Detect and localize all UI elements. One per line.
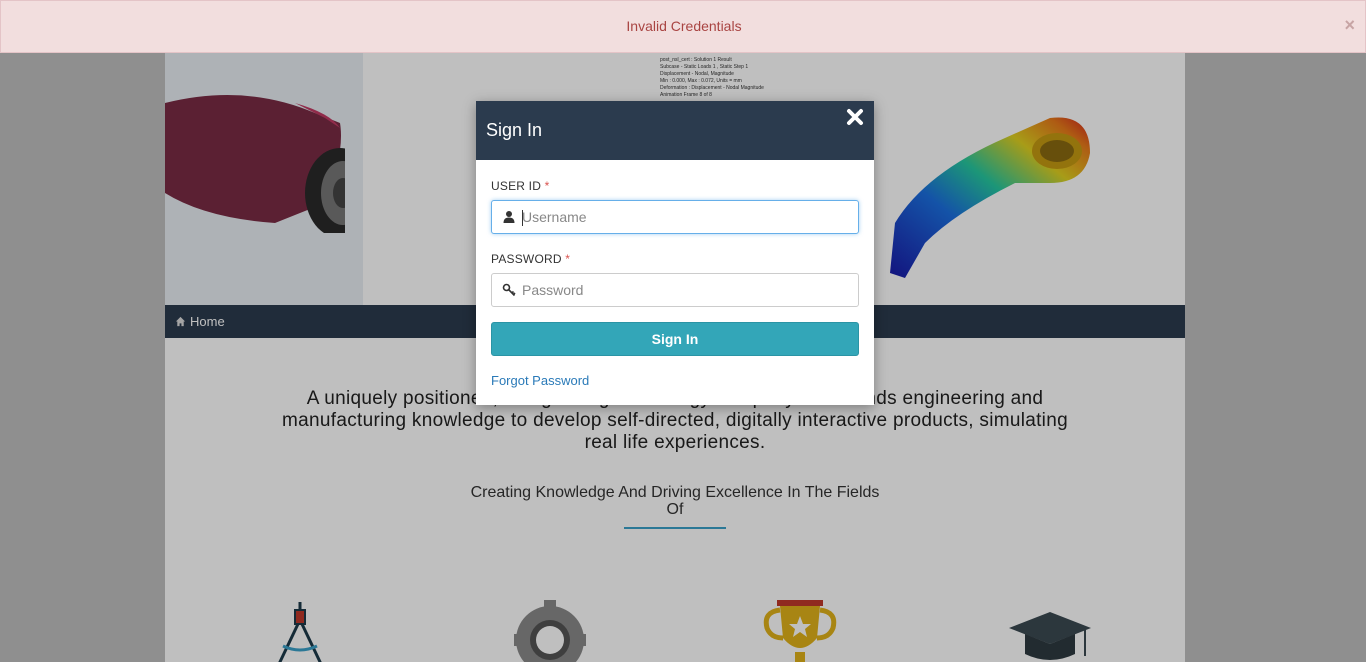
required-marker: * (544, 179, 550, 193)
password-input[interactable] (522, 274, 852, 306)
error-alert: Invalid Credentials × (0, 0, 1366, 53)
password-label: PASSWORD * (491, 252, 570, 266)
close-icon[interactable] (846, 108, 864, 126)
password-field[interactable] (491, 273, 859, 307)
username-input[interactable] (522, 201, 852, 233)
username-field[interactable] (491, 200, 859, 234)
modal-header: Sign In (476, 101, 874, 160)
user-id-label-text: USER ID (491, 179, 542, 193)
sign-in-modal: Sign In USER ID * PASSWORD * Sign In For… (476, 101, 874, 405)
user-id-label: USER ID * (491, 179, 550, 193)
key-icon (502, 283, 516, 297)
alert-close-button[interactable]: × (1344, 15, 1355, 36)
sign-in-button[interactable]: Sign In (491, 322, 859, 356)
alert-message: Invalid Credentials (626, 18, 742, 34)
user-icon (503, 211, 515, 223)
required-marker: * (565, 252, 571, 266)
password-label-text: PASSWORD (491, 252, 562, 266)
modal-title: Sign In (486, 120, 543, 140)
forgot-password-link[interactable]: Forgot Password (491, 373, 589, 388)
